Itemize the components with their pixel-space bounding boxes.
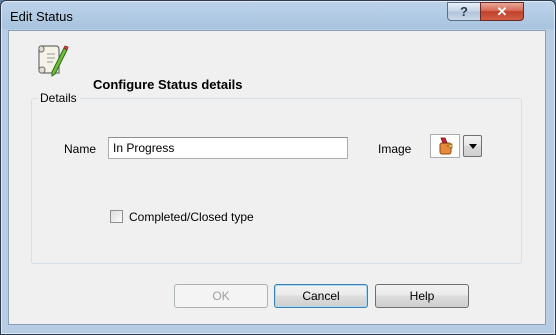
- completed-closed-checkbox[interactable]: [110, 210, 123, 223]
- image-preview: [430, 134, 460, 158]
- title-bar[interactable]: Edit Status ? ✕: [1, 1, 555, 31]
- close-button[interactable]: ✕: [480, 2, 524, 21]
- image-label: Image: [378, 142, 412, 156]
- header-title: Configure Status details: [93, 77, 243, 92]
- completed-closed-label[interactable]: Completed/Closed type: [129, 210, 254, 224]
- image-dropdown-button[interactable]: [463, 135, 482, 157]
- status-image-icon: [439, 137, 453, 155]
- window-title: Edit Status: [10, 9, 73, 24]
- image-selector[interactable]: [430, 132, 482, 160]
- name-input[interactable]: [108, 137, 348, 159]
- scroll-pen-icon: [38, 45, 69, 77]
- details-legend: Details: [37, 91, 80, 105]
- details-groupbox: [31, 98, 522, 264]
- name-label: Name: [64, 142, 97, 156]
- cancel-button[interactable]: Cancel: [274, 284, 368, 308]
- ok-button[interactable]: OK: [174, 284, 268, 308]
- help-title-button[interactable]: ?: [447, 2, 481, 21]
- help-button[interactable]: Help: [375, 284, 469, 308]
